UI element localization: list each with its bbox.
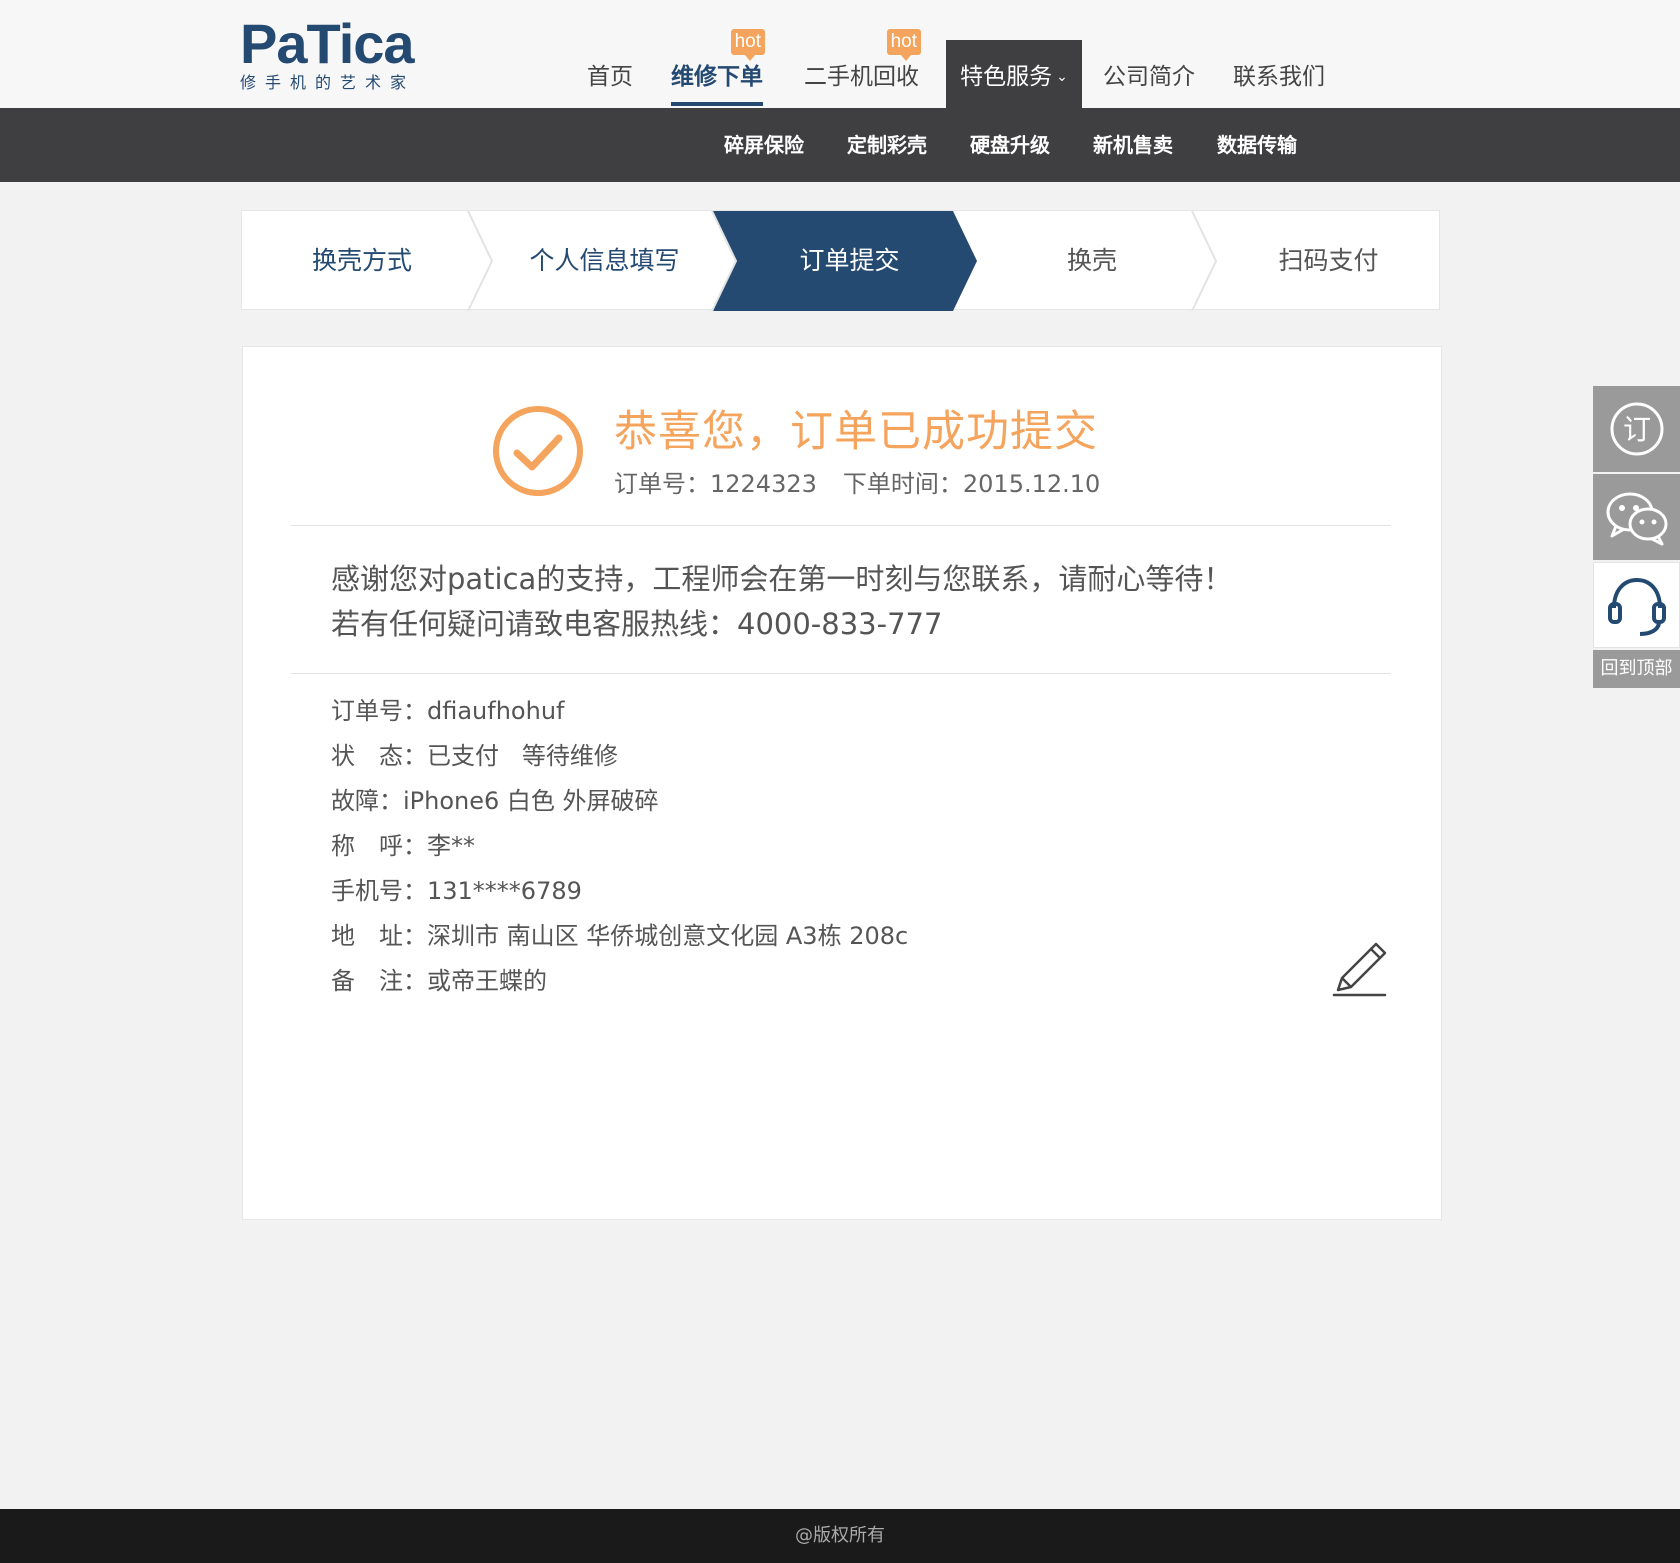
detail-row-name: 称 呼：李** [331,824,908,869]
thank-you-line: 感谢您对patica的支持，工程师会在第一时刻与您联系，请耐心等待！ [331,562,1233,596]
detail-value: 已支付 等待维修 [427,742,618,770]
detail-row-note: 备 注：或帝王蝶的 [331,959,908,1004]
step-submit-order: 订单提交 [799,246,900,275]
nav-item-repair-order[interactable]: 维修下单 hot [671,29,765,108]
nav-item-label: 特色服务 [960,64,1053,90]
nav-item-label: 维修下单 [671,64,763,90]
order-meta: 订单号：1224323 下单时间：2015.12.10 [614,464,1100,499]
step-personal-info: 个人信息填写 [529,246,680,275]
footer: @版权所有 [0,1509,1680,1563]
nav-item-home[interactable]: 首页 [587,40,633,108]
nav-item-special-services[interactable]: 特色服务 ⌄ [946,40,1082,108]
detail-row-order-no: 订单号：dfiaufhohuf [331,689,908,734]
detail-label: 手机号： [331,877,427,905]
detail-value: iPhone6 白色 外屏破碎 [403,787,659,815]
copyright-text: @版权所有 [795,1525,885,1546]
divider [291,525,1391,526]
detail-row-fault: 故障：iPhone6 白色 外屏破碎 [331,779,908,824]
detail-row-phone: 手机号：131****6789 [331,869,908,914]
subnav-item-data-transfer[interactable]: 数据传输 [1217,108,1297,182]
order-time: 下单时间：2015.12.10 [842,470,1101,498]
order-icon: 订 [1610,402,1663,456]
active-underline [671,102,763,106]
step-shell-method: 换壳方式 [311,246,412,275]
detail-label: 称 呼： [331,832,427,860]
wechat-icon [1606,492,1667,546]
detail-label: 备 注： [331,967,427,995]
detail-label: 地 址： [331,922,427,950]
nav-item-label: 二手机回收 [804,64,919,90]
chevron-down-icon: ⌄ [1056,69,1068,85]
side-order-button[interactable]: 订 [1593,386,1680,472]
nav-item-label: 联系我们 [1233,64,1325,90]
step-replace-shell: 换壳 [1066,246,1117,275]
nav-item-label: 公司简介 [1103,64,1195,90]
divider [291,673,1391,674]
sub-nav: 碎屏保险 定制彩壳 硬盘升级 新机售卖 数据传输 [0,108,1680,182]
side-toolbar: 订 回到顶部 [1593,386,1680,688]
detail-label: 状 态： [331,742,427,770]
side-wechat-button[interactable] [1593,474,1680,560]
subnav-item-screen-insurance[interactable]: 碎屏保险 [724,108,804,182]
detail-value: 或帝王蝶的 [427,967,547,995]
nav-item-label: 首页 [587,64,633,90]
edit-pencil-icon[interactable] [1329,941,1389,1001]
detail-row-status: 状 态：已支付 等待维修 [331,734,908,779]
success-title: 恭喜您，订单已成功提交 [614,407,1098,457]
subnav-item-new-phones[interactable]: 新机售卖 [1093,108,1173,182]
nav-item-recycle[interactable]: 二手机回收 hot [804,29,921,108]
detail-value: dfiaufhohuf [427,697,565,725]
subnav-item-storage-upgrade[interactable]: 硬盘升级 [970,108,1050,182]
headset-icon [1607,577,1666,636]
detail-value: 131****6789 [427,877,582,905]
order-number: 订单号：1224323 [614,470,817,498]
side-service-button[interactable] [1593,562,1680,648]
progress-steps: 换壳方式 个人信息填写 订单提交 换壳 扫码支付 [241,210,1440,311]
nav-item-about[interactable]: 公司简介 [1103,40,1195,108]
site-header: PaTica 修手机的艺术家 首页 维修下单 hot 二手机回收 hot 特色服… [0,0,1680,108]
subnav-item-custom-shell[interactable]: 定制彩壳 [847,108,927,182]
detail-value: 深圳市 南山区 华侨城创意文化园 A3栋 208c [427,922,909,950]
hot-badge: hot [730,29,765,61]
main-nav: 首页 维修下单 hot 二手机回收 hot 特色服务 ⌄ 公司简介 联系我们 [0,0,1680,108]
hot-badge: hot [886,29,921,61]
detail-row-address: 地 址：深圳市 南山区 华侨城创意文化园 A3栋 208c [331,914,908,959]
detail-label: 订单号： [331,697,427,725]
order-glyph: 订 [1622,413,1650,446]
step-scan-pay: 扫码支付 [1278,246,1379,275]
hotline-line: 若有任何疑问请致电客服热线：4000-833-777 [331,607,943,641]
detail-value: 李** [427,832,475,860]
order-details: 订单号：dfiaufhohuf 状 态：已支付 等待维修 故障：iPhone6 … [331,689,908,1004]
thank-you-message: 感谢您对patica的支持，工程师会在第一时刻与您联系，请耐心等待！ 若有任何疑… [331,557,1232,647]
nav-item-contact[interactable]: 联系我们 [1233,40,1325,108]
order-result-card: 恭喜您，订单已成功提交 订单号：1224323 下单时间：2015.12.10 感… [242,346,1442,1220]
detail-label: 故障： [331,787,403,815]
back-to-top-button[interactable]: 回到顶部 [1593,650,1680,688]
success-check-icon [493,406,583,496]
